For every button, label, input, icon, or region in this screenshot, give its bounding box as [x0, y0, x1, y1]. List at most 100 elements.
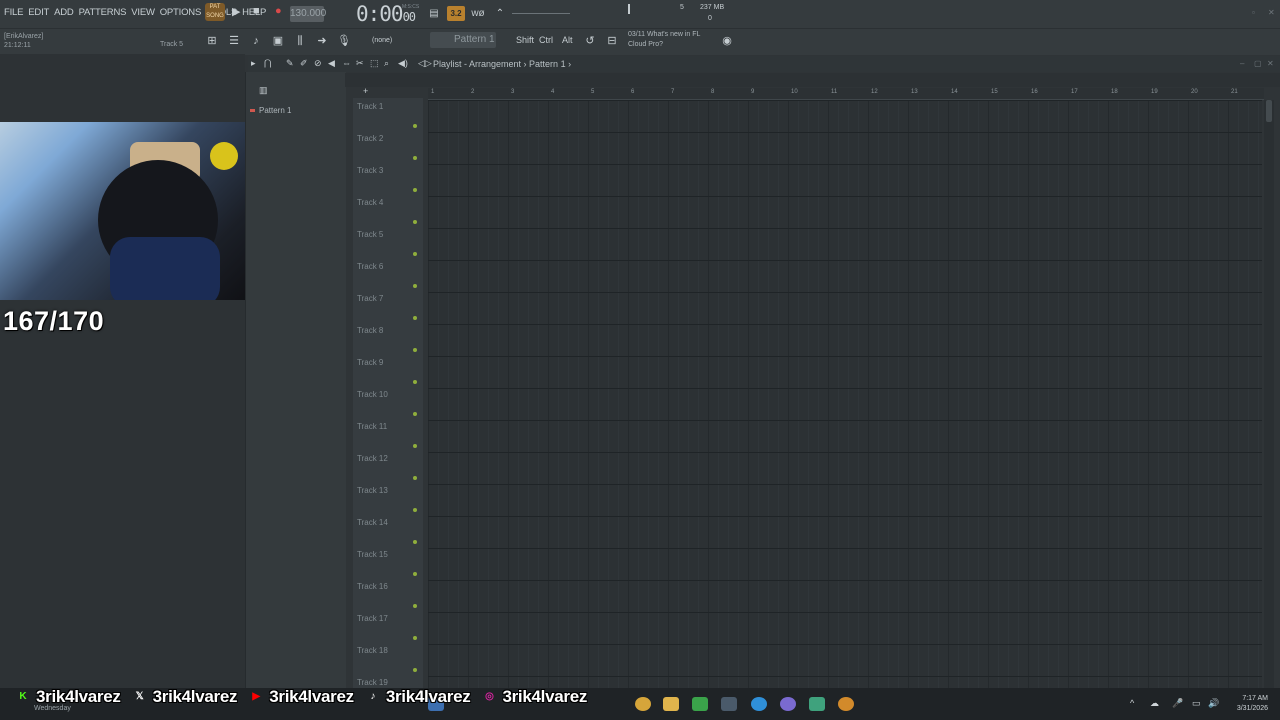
- app-icon[interactable]: [809, 697, 825, 711]
- view-piano-roll-icon[interactable]: ♪: [247, 32, 265, 50]
- menu-options[interactable]: OPTIONS: [160, 7, 202, 18]
- minimize-icon[interactable]: ▫: [1252, 8, 1255, 17]
- track-enable-led[interactable]: [413, 188, 417, 192]
- view-playlist-icon[interactable]: ☰: [225, 32, 243, 50]
- undo-history-icon[interactable]: ↺: [581, 32, 599, 50]
- chrome-icon[interactable]: [635, 697, 651, 711]
- track-enable-led[interactable]: [413, 444, 417, 448]
- view-browser-icon[interactable]: ▣: [269, 32, 287, 50]
- track-label[interactable]: Track 6: [357, 262, 383, 271]
- excel-icon[interactable]: [692, 697, 708, 711]
- menu-view[interactable]: VIEW: [131, 7, 155, 18]
- scrollbar-thumb[interactable]: [1266, 100, 1272, 122]
- select-tool-icon[interactable]: ⬚: [370, 58, 379, 69]
- microphone-icon[interactable]: 🎙: [335, 32, 353, 50]
- track-enable-led[interactable]: [413, 124, 417, 128]
- track-label[interactable]: Track 12: [357, 454, 388, 463]
- mic-tray-icon[interactable]: 🎤: [1172, 698, 1183, 709]
- settings-icon[interactable]: ◉: [718, 32, 736, 50]
- tray-chevron-icon[interactable]: ^: [1130, 698, 1134, 708]
- pattern-selector[interactable]: Pattern 1: [430, 32, 496, 48]
- playlist-maximize-icon[interactable]: ▢: [1254, 59, 1262, 68]
- playlist-close-icon[interactable]: ✕: [1267, 59, 1274, 68]
- playback-tool-icon[interactable]: ◀): [398, 58, 408, 69]
- track-label[interactable]: Track 11: [357, 422, 387, 431]
- cart-icon[interactable]: ⊟: [603, 32, 621, 50]
- track-label[interactable]: Track 5: [357, 230, 383, 239]
- network-icon[interactable]: ▭: [1192, 698, 1201, 709]
- track-enable-led[interactable]: [413, 348, 417, 352]
- onedrive-icon[interactable]: ☁: [1150, 698, 1159, 709]
- track-label[interactable]: Track 10: [357, 390, 388, 399]
- playlist-arrow-icon[interactable]: ◁▷: [418, 58, 432, 69]
- track-enable-led[interactable]: [413, 572, 417, 576]
- track-enable-led[interactable]: [413, 636, 417, 640]
- track-enable-led[interactable]: [413, 316, 417, 320]
- track-label[interactable]: Track 3: [357, 166, 383, 175]
- track-enable-led[interactable]: [413, 284, 417, 288]
- track-enable-led[interactable]: [413, 604, 417, 608]
- zoom-tool-icon[interactable]: ⌕: [384, 58, 389, 69]
- track-label[interactable]: Track 2: [357, 134, 383, 143]
- track-enable-led[interactable]: [413, 252, 417, 256]
- track-enable-led[interactable]: [413, 220, 417, 224]
- track-label[interactable]: Track 19: [357, 678, 388, 687]
- view-mixer-icon[interactable]: ⫼: [291, 32, 309, 50]
- file-explorer-icon[interactable]: [663, 697, 679, 711]
- track-enable-led[interactable]: [413, 540, 417, 544]
- track-label[interactable]: Track 17: [357, 614, 388, 623]
- pattern-picker-item[interactable]: Pattern 1: [248, 106, 291, 115]
- slip-tool-icon[interactable]: ⇔: [342, 58, 351, 68]
- playlist-minimize-icon[interactable]: –: [1240, 59, 1244, 68]
- tempo-display[interactable]: 130.000: [290, 6, 326, 22]
- track-enable-led[interactable]: [413, 380, 417, 384]
- shift-modifier[interactable]: Shift: [516, 35, 534, 45]
- menu-patterns[interactable]: PATTERNS: [79, 7, 127, 18]
- stop-icon[interactable]: ■: [253, 5, 260, 17]
- none-select[interactable]: (none): [372, 37, 392, 44]
- menu-edit[interactable]: EDIT: [28, 7, 49, 18]
- slice-tool-icon[interactable]: ✂: [356, 58, 364, 69]
- track-enable-led[interactable]: [413, 156, 417, 160]
- playlist-pattern[interactable]: Pattern 1: [529, 59, 566, 69]
- vertical-scrollbar[interactable]: [1264, 100, 1274, 690]
- track-label[interactable]: Track 9: [357, 358, 383, 367]
- news-panel[interactable]: 03/11 What's new in FL Cloud Pro?: [628, 30, 700, 50]
- add-track-icon[interactable]: +: [363, 86, 368, 96]
- store-icon[interactable]: [721, 697, 737, 711]
- playlist-menu-icon[interactable]: ▸: [251, 58, 256, 69]
- master-volume-slider[interactable]: [512, 13, 570, 14]
- track-label[interactable]: Track 8: [357, 326, 383, 335]
- menu-file[interactable]: FILE: [4, 7, 23, 18]
- edge-icon[interactable]: [751, 697, 767, 711]
- play-icon[interactable]: ▶: [232, 5, 240, 18]
- wait-for-input-icon[interactable]: wø: [469, 6, 487, 21]
- snap-toggle[interactable]: 3.2: [447, 6, 465, 21]
- paint-brush-icon[interactable]: ✐: [300, 58, 308, 69]
- arrow-right-icon[interactable]: ➜: [313, 32, 331, 50]
- track-enable-led[interactable]: [413, 668, 417, 672]
- playlist-grid[interactable]: [428, 100, 1262, 690]
- delete-tool-icon[interactable]: ⊘: [314, 58, 322, 69]
- piano-icon[interactable]: ▥: [259, 85, 268, 96]
- close-window-icon[interactable]: ✕: [1268, 8, 1275, 17]
- menu-add[interactable]: ADD: [54, 7, 74, 18]
- metronome-icon[interactable]: ⌃: [491, 6, 509, 21]
- track-enable-led[interactable]: [413, 508, 417, 512]
- record-icon[interactable]: ●: [275, 5, 282, 17]
- system-clock[interactable]: 7:17 AM 3/31/2026: [1226, 694, 1268, 714]
- track-label[interactable]: Track 13: [357, 486, 388, 495]
- track-label[interactable]: Track 15: [357, 550, 388, 559]
- magnet-icon[interactable]: ⋂: [264, 58, 271, 69]
- mute-tool-icon[interactable]: ◀: [328, 58, 335, 69]
- pattern-song-toggle[interactable]: PAT SONG: [205, 3, 225, 21]
- ctrl-modifier[interactable]: Ctrl: [539, 35, 553, 45]
- track-enable-led[interactable]: [413, 412, 417, 416]
- fl-studio-icon[interactable]: [838, 697, 854, 711]
- volume-icon[interactable]: 🔊: [1208, 698, 1219, 709]
- track-enable-led[interactable]: [413, 476, 417, 480]
- track-label[interactable]: Track 4: [357, 198, 383, 207]
- track-label[interactable]: Track 7: [357, 294, 383, 303]
- view-channel-rack-icon[interactable]: ⊞: [203, 32, 221, 50]
- discord-icon[interactable]: [780, 697, 796, 711]
